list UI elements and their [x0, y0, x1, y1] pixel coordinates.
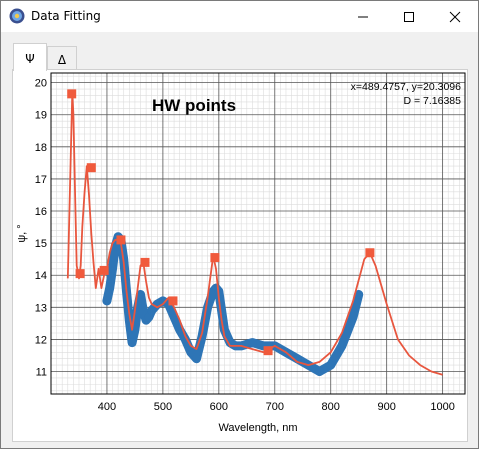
hw-point-marker	[365, 248, 375, 258]
measured-point	[248, 338, 257, 347]
y-tick-label: 14	[35, 270, 47, 282]
hw-points-label: HW points	[152, 96, 237, 115]
x-tick-label: 700	[266, 401, 284, 413]
distance-value: D = 7.16385	[403, 95, 461, 107]
hw-point-marker	[168, 296, 178, 306]
measured-point	[127, 338, 137, 347]
x-tick-label: 900	[377, 401, 395, 413]
y-tick-label: 20	[35, 78, 47, 90]
hw-point-marker	[75, 269, 85, 279]
hw-point-marker	[140, 257, 150, 267]
y-tick-label: 19	[35, 110, 47, 122]
y-tick-label: 11	[36, 367, 47, 379]
x-tick-label: 800	[322, 401, 340, 413]
cursor-coordinates: x=489.4757, y=20.3096	[350, 81, 461, 93]
hw-point-marker	[99, 265, 109, 275]
measured-point	[203, 303, 212, 312]
hw-point-marker	[116, 235, 126, 245]
cursor-readout: x=489.4757, y=20.3096 D = 7.16385	[351, 80, 461, 108]
y-tick-label: 13	[35, 302, 47, 314]
y-tick-label: 18	[35, 142, 47, 154]
x-axis-label: Wavelength, nm	[218, 422, 297, 434]
x-tick-label: 400	[98, 401, 116, 413]
measured-point	[102, 296, 112, 306]
hw-point-marker	[86, 163, 96, 173]
x-tick-label: 600	[210, 401, 228, 413]
fit-chart[interactable]: 400 500 600 700 800 900 1000 11 12 13 14 15 16 17 18 19…	[0, 0, 479, 449]
x-tick-label: 500	[154, 401, 172, 413]
measured-point	[192, 354, 201, 363]
x-tick-label: 1000	[430, 401, 454, 413]
measured-point	[326, 360, 336, 370]
measured-point	[315, 367, 324, 376]
hw-point-marker	[210, 253, 220, 263]
y-tick-label: 15	[35, 238, 47, 250]
measured-point	[108, 264, 117, 274]
y-axis-label: ψ, °	[16, 224, 28, 242]
measured-point	[348, 312, 358, 322]
measured-point	[105, 283, 115, 293]
y-tick-label: 12	[35, 334, 47, 346]
y-tick-label: 17	[35, 174, 47, 186]
hw-point-marker	[263, 346, 273, 356]
y-tick-label: 16	[35, 206, 47, 218]
measured-point	[337, 341, 347, 351]
tab-psi[interactable]: Ψ	[13, 43, 47, 71]
hw-point-marker	[67, 89, 77, 99]
